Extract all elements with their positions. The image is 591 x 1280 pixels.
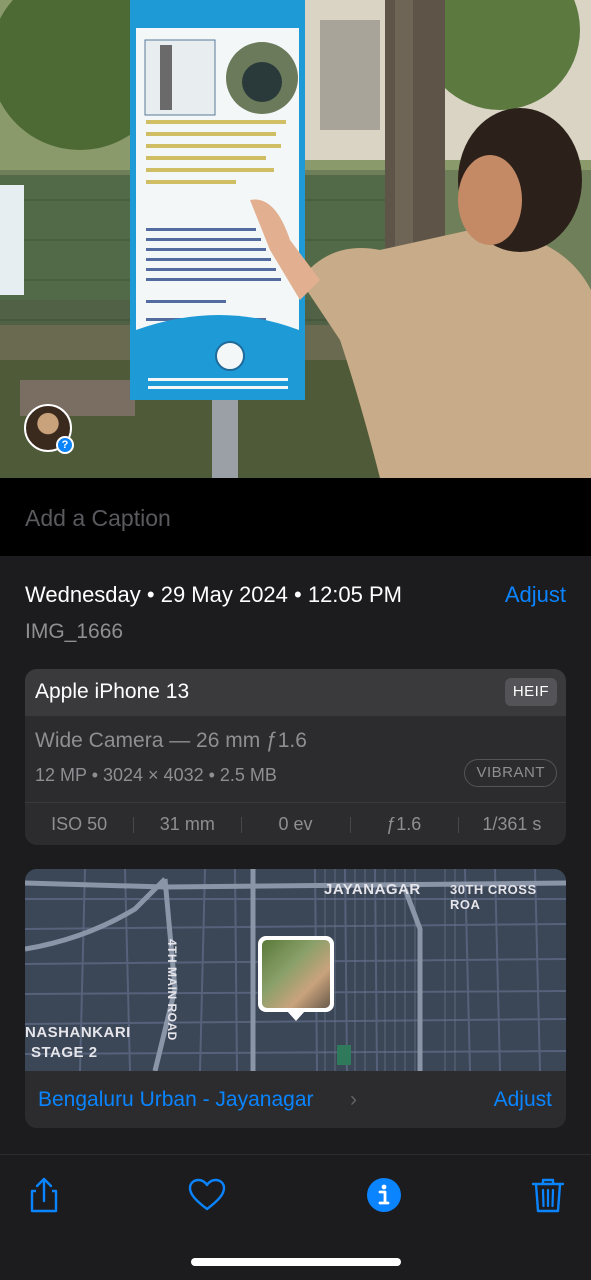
map-label-area-line1: NASHANKARI: [25, 1024, 131, 1041]
share-button[interactable]: [24, 1175, 64, 1215]
exif-focal-length: 31 mm: [133, 814, 241, 835]
image-specs: 12 MP • 3024 × 4032 • 2.5 MB: [35, 765, 277, 785]
trash-icon: [531, 1178, 565, 1213]
people-badge[interactable]: ?: [24, 404, 74, 454]
device-name: Apple iPhone 13: [35, 680, 190, 703]
photo[interactable]: ?: [0, 0, 591, 478]
info-icon: [367, 1178, 401, 1212]
lens-info: Wide Camera — 26 mm ƒ1.6: [35, 729, 307, 752]
chevron-right-icon: ›: [350, 1088, 357, 1111]
caption-input[interactable]: [25, 502, 565, 534]
exif-shutter-speed: 1/361 s: [457, 814, 566, 835]
map-label-jayanagar: JAYANAGAR: [324, 881, 421, 898]
map-photo-thumbnail: [262, 940, 330, 1008]
map-label-main-road: 4TH MAIN ROAD: [165, 939, 179, 1041]
home-indicator[interactable]: [191, 1258, 401, 1266]
exif-iso: ISO 50: [51, 813, 108, 834]
location-map[interactable]: JAYANAGAR 30TH CROSS ROA 4TH MAIN ROAD N…: [25, 869, 566, 1071]
info-panel: Wednesday • 29 May 2024 • 12:05 PM Adjus…: [0, 556, 591, 1154]
camera-card: Apple iPhone 13 HEIF Wide Camera — 26 mm…: [25, 669, 566, 845]
camera-card-header: Apple iPhone 13 HEIF: [25, 669, 566, 716]
caption-area: [0, 478, 591, 556]
map-label-area-line2: STAGE 2: [31, 1044, 98, 1061]
delete-button[interactable]: [528, 1175, 568, 1215]
adjust-location-button[interactable]: Adjust: [494, 1088, 552, 1112]
location-row[interactable]: Bengaluru Urban - Jayanagar › Adjust: [25, 1071, 566, 1128]
photo-image: [0, 0, 591, 478]
heart-icon: [188, 1178, 226, 1211]
map-pin-pointer: [287, 1011, 305, 1021]
photographic-style-badge: VIBRANT: [464, 759, 557, 787]
file-name: IMG_1666: [25, 620, 124, 643]
favorite-button[interactable]: [187, 1175, 227, 1215]
map-label-cross-road: 30TH CROSS ROA: [450, 882, 537, 912]
format-badge: HEIF: [504, 678, 557, 706]
info-button[interactable]: [364, 1175, 404, 1215]
unknown-person-icon: ?: [56, 436, 74, 454]
date-time: Wednesday • 29 May 2024 • 12:05 PM: [25, 582, 402, 607]
map-photo-pin[interactable]: [258, 936, 334, 1012]
adjust-date-button[interactable]: Adjust: [505, 582, 566, 608]
location-name[interactable]: Bengaluru Urban - Jayanagar: [38, 1088, 314, 1112]
exif-row: ISO 50 31 mm 0 ev ƒ1.6 1/361 s: [25, 802, 566, 845]
exif-aperture: ƒ1.6: [349, 814, 458, 835]
exif-exposure-value: 0 ev: [241, 814, 349, 835]
location-card: JAYANAGAR 30TH CROSS ROA 4TH MAIN ROAD N…: [25, 869, 566, 1128]
share-icon: [30, 1177, 58, 1213]
